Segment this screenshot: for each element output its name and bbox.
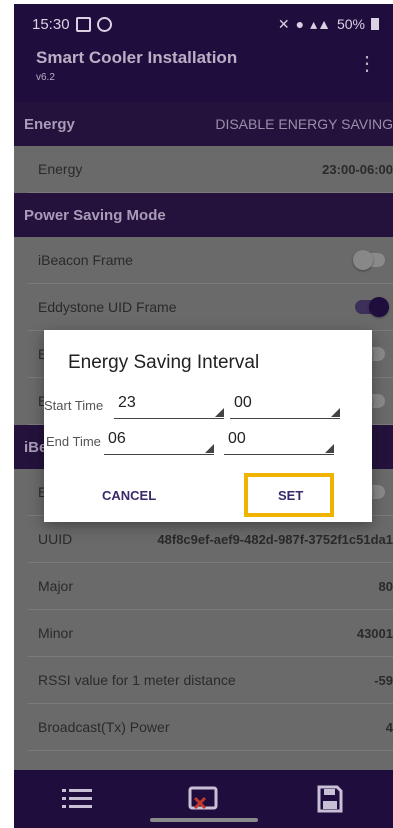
- cancel-button[interactable]: CANCEL: [102, 488, 156, 503]
- toggle-label: Eddystone UID Frame: [38, 299, 177, 315]
- shield-icon: [96, 16, 112, 32]
- section-title-power-saving: Power Saving Mode: [24, 206, 166, 224]
- start-hour-value: 23: [118, 394, 136, 411]
- toggle-row[interactable]: Eddystone UID Frame: [28, 284, 393, 331]
- dropdown-arrow-icon: [325, 444, 334, 453]
- dialog-title: Energy Saving Interval: [68, 352, 260, 373]
- disable-energy-saving-button[interactable]: DISABLE ENERGY SAVING: [215, 116, 393, 132]
- app-title: Smart Cooler Installation: [36, 48, 238, 67]
- home-indicator[interactable]: [149, 818, 258, 822]
- energy-value: 23:00-06:00: [322, 161, 393, 177]
- info-row-minor[interactable]: Minor 43001: [28, 610, 393, 657]
- energy-label: Energy: [38, 161, 83, 177]
- save-icon[interactable]: [313, 782, 347, 816]
- battery-level: 50%: [336, 16, 365, 32]
- info-label: Major: [38, 578, 74, 594]
- info-label: Minor: [38, 625, 74, 641]
- cast-off-icon[interactable]: [186, 782, 220, 816]
- ibeacon-frame-toggle[interactable]: [353, 250, 385, 270]
- end-minute-spinner[interactable]: 00: [224, 428, 334, 455]
- info-value: 80: [378, 578, 393, 594]
- start-minute-spinner[interactable]: 00: [230, 392, 340, 419]
- dropdown-arrow-icon: [331, 408, 340, 417]
- info-label: RSSI value for 1 meter distance: [38, 672, 236, 688]
- end-minute-value: 00: [228, 430, 246, 447]
- toggle-label: iBeacon Frame: [38, 252, 133, 268]
- overflow-menu-icon[interactable]: ⋮: [357, 54, 377, 74]
- info-label: UUID: [38, 531, 73, 547]
- info-value: -59: [374, 672, 393, 688]
- energy-section-header: Energy DISABLE ENERGY SAVING: [14, 102, 393, 146]
- status-bar: 15:30 ✕ ● ▴▲ 50%: [14, 4, 393, 44]
- battery-icon: [371, 18, 379, 30]
- info-row-major[interactable]: Major 80: [28, 563, 393, 610]
- info-row-rssi[interactable]: RSSI value for 1 meter distance -59: [28, 657, 393, 704]
- list-icon[interactable]: [60, 782, 94, 816]
- power-saving-section-header: Power Saving Mode: [14, 193, 393, 237]
- gallery-icon: [75, 16, 91, 32]
- info-value: 43001: [356, 625, 393, 641]
- info-value: 48f8c9ef-aef9-482d-987f-3752f1c51da1: [157, 531, 393, 547]
- section-title-energy: Energy: [24, 115, 75, 133]
- start-hour-spinner[interactable]: 23: [114, 392, 224, 419]
- end-hour-spinner[interactable]: 06: [104, 428, 214, 455]
- set-button-highlight: [244, 473, 334, 517]
- status-time: 15:30: [32, 15, 70, 33]
- end-hour-value: 06: [108, 430, 126, 447]
- info-row-tx-power[interactable]: Broadcast(Tx) Power 4: [28, 704, 393, 751]
- energy-row[interactable]: Energy 23:00-06:00: [28, 146, 393, 193]
- info-label: Broadcast(Tx) Power: [38, 719, 170, 735]
- info-value: 4: [385, 719, 393, 735]
- wifi-signal-icon: ▴▲: [310, 15, 331, 32]
- app-bar: Smart Cooler Installation v6.2 ⋮: [14, 44, 393, 102]
- dropdown-arrow-icon: [215, 408, 224, 417]
- toggle-row[interactable]: iBeacon Frame: [28, 237, 393, 284]
- eddystone-uid-toggle[interactable]: [355, 297, 389, 317]
- start-minute-value: 00: [234, 394, 252, 411]
- app-version: v6.2: [36, 72, 55, 83]
- start-time-label: Start Time: [44, 398, 104, 413]
- info-row-uuid[interactable]: UUID 48f8c9ef-aef9-482d-987f-3752f1c51da…: [28, 516, 393, 563]
- end-time-label: End Time: [46, 434, 101, 449]
- dropdown-arrow-icon: [205, 444, 214, 453]
- location-icon: ●: [295, 16, 305, 32]
- mute-icon: ✕: [277, 15, 290, 32]
